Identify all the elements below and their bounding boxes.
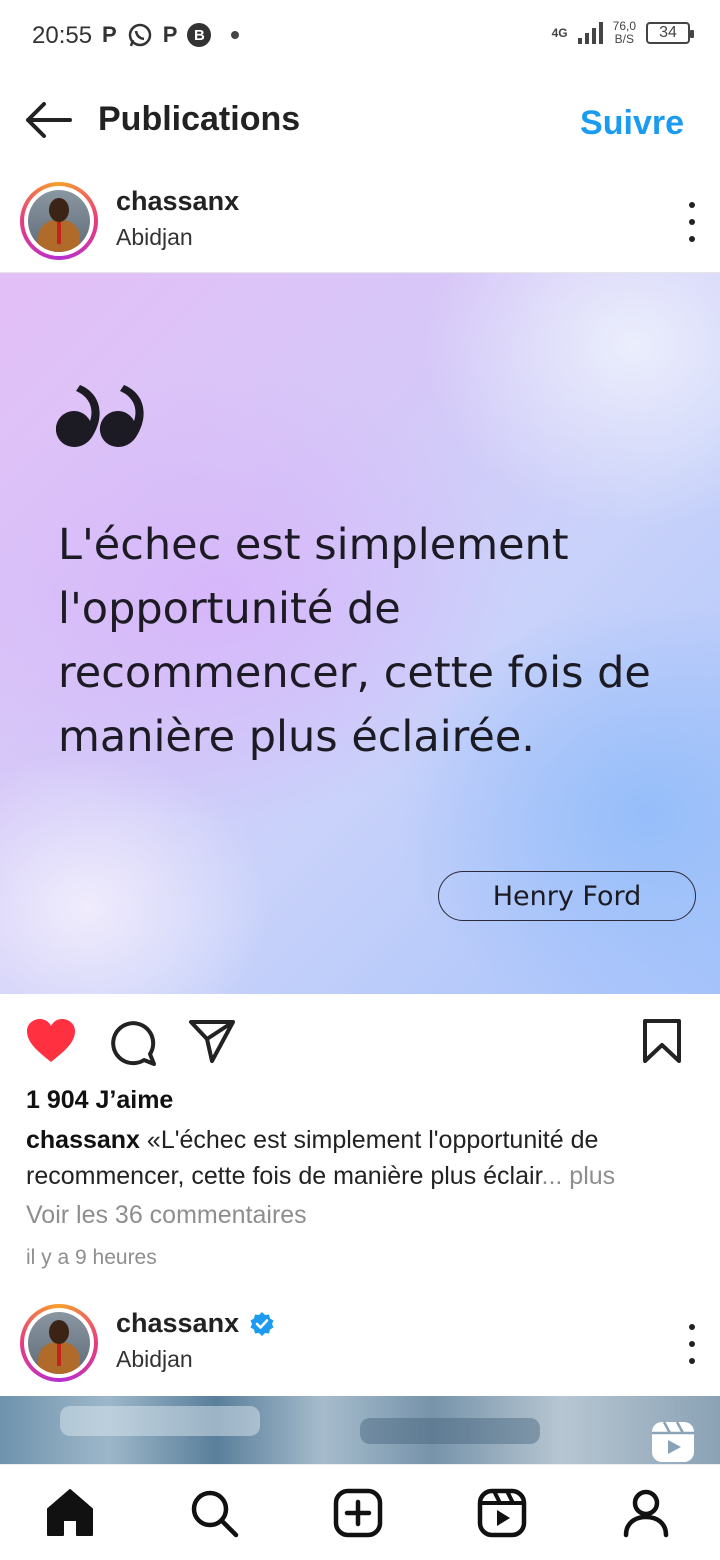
verified-badge-icon [250, 1311, 274, 1336]
post-image[interactable]: L'échec est simplement l'opportunité de … [0, 272, 720, 994]
signal-icon [577, 22, 603, 44]
profile-icon[interactable] [620, 1487, 672, 1539]
battery-level: 34 [659, 24, 677, 41]
quote-author: Henry Ford [438, 871, 696, 921]
paypal-notification-icon-2: P [162, 22, 178, 47]
app-header: Publications Suivre [0, 72, 720, 168]
post-timestamp: il y a 9 heures [26, 1246, 157, 1269]
story-ring-2[interactable] [20, 1304, 98, 1382]
network-type: 4G [551, 26, 568, 40]
post-caption[interactable]: chassanx «L'échec est simplement l'oppor… [26, 1122, 696, 1194]
whatsapp-icon [128, 23, 151, 47]
system-status: 4G 76,0 B/S 34 [551, 20, 694, 46]
home-icon[interactable] [44, 1487, 96, 1539]
page-title: Publications [98, 100, 301, 138]
status-bar: 20:55 P P B 4G 76,0 B/S 34 [0, 0, 720, 72]
back-arrow-icon[interactable] [22, 100, 74, 140]
caption-username[interactable]: chassanx [26, 1126, 140, 1154]
status-time: 20:55 [32, 22, 93, 49]
speed-unit: B/S [614, 32, 634, 46]
post-location[interactable]: Abidjan [116, 224, 193, 251]
likes-count[interactable]: 1 904 J’aime [26, 1086, 173, 1115]
post-actions [0, 1010, 720, 1074]
avatar[interactable] [28, 190, 90, 252]
notification-icons: P P B [102, 22, 240, 48]
story-ring[interactable] [20, 182, 98, 260]
post-username[interactable]: chassanx [116, 186, 239, 217]
battery-icon: 34 [646, 22, 694, 44]
quote-text: L'échec est simplement l'opportunité de … [58, 520, 651, 762]
post-header: chassanx Abidjan [0, 172, 720, 272]
caption-more-link[interactable]: ... plus [542, 1162, 616, 1190]
post-image-2[interactable] [0, 1396, 720, 1464]
more-options-icon-2[interactable] [684, 1324, 700, 1364]
share-icon[interactable] [188, 1018, 236, 1064]
like-heart-icon[interactable] [26, 1018, 76, 1064]
follow-button[interactable]: Suivre [580, 104, 684, 143]
more-options-icon[interactable] [684, 202, 700, 242]
view-comments-link[interactable]: Voir les 36 commentaires [26, 1201, 307, 1230]
create-icon[interactable] [332, 1487, 384, 1539]
bottom-navigation [0, 1464, 720, 1560]
reel-indicator-icon [652, 1421, 694, 1462]
comment-icon[interactable] [108, 1018, 156, 1066]
post-header-2: chassanx Abidjan [0, 1294, 720, 1394]
avatar-2[interactable] [28, 1312, 90, 1374]
search-icon[interactable] [188, 1487, 240, 1539]
more-notifications-dot [231, 31, 240, 39]
quote-mark-icon [56, 385, 144, 448]
network-speed: 76,0 B/S [613, 20, 636, 46]
b-notification-icon: B [187, 23, 212, 47]
paypal-notification-icon: P [102, 22, 117, 47]
post-location-2[interactable]: Abidjan [116, 1346, 193, 1373]
save-bookmark-icon[interactable] [642, 1018, 682, 1064]
reels-icon[interactable] [476, 1487, 528, 1539]
post-username-2[interactable]: chassanx [116, 1308, 275, 1339]
